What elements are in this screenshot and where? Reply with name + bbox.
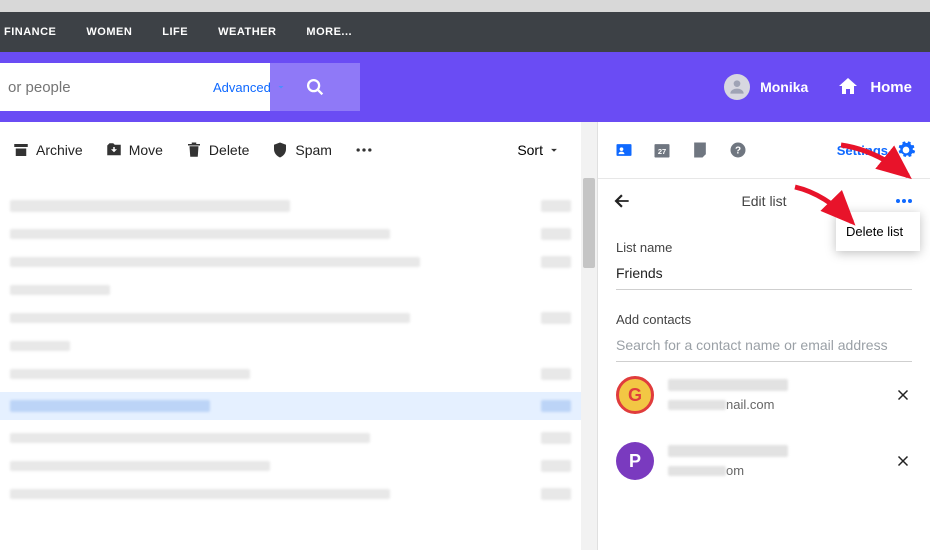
contact-avatar: G: [616, 376, 654, 414]
move-icon: [105, 141, 123, 159]
address-card-icon: [614, 140, 634, 160]
nav-item-more[interactable]: MORE...: [306, 26, 352, 38]
scrollbar-track[interactable]: [581, 122, 597, 550]
mail-row[interactable]: [10, 276, 571, 304]
contact-name-blurred: [668, 445, 788, 457]
contact-avatar: P: [616, 442, 654, 480]
contact-email: nail.com: [668, 397, 894, 412]
inbox-pane: Archive Move Delete Spam S: [0, 122, 598, 550]
mail-row[interactable]: [10, 424, 571, 452]
mail-row[interactable]: [10, 452, 571, 480]
note-icon: [690, 140, 710, 160]
search-button[interactable]: [270, 63, 360, 111]
contacts-side-panel: 27 ? Settings Edit list List name Add co…: [598, 122, 930, 550]
notes-tab[interactable]: [688, 138, 712, 162]
search-input[interactable]: [8, 63, 207, 111]
mail-row[interactable]: [10, 332, 571, 360]
delete-list-menu-item[interactable]: Delete list: [846, 224, 910, 239]
help-tab[interactable]: ?: [726, 138, 750, 162]
avatar: [724, 74, 750, 100]
dots-horizontal-icon: [354, 140, 374, 160]
remove-contact-button[interactable]: [894, 386, 912, 404]
list-options-menu: Delete list: [836, 212, 920, 251]
mail-row-selected[interactable]: [0, 392, 581, 420]
window-top-crop: [0, 0, 930, 12]
settings-link[interactable]: Settings: [837, 143, 888, 158]
delete-button[interactable]: Delete: [185, 141, 249, 159]
help-icon: ?: [728, 140, 748, 160]
mail-list: [0, 178, 581, 508]
contact-email: om: [668, 463, 894, 478]
more-actions-button[interactable]: [354, 140, 380, 160]
gear-icon[interactable]: [896, 140, 916, 160]
archive-icon: [12, 141, 30, 159]
list-name-input[interactable]: [616, 261, 912, 290]
archive-button[interactable]: Archive: [12, 141, 83, 159]
mail-row[interactable]: [10, 480, 571, 508]
chevron-down-icon: [547, 143, 561, 157]
person-icon: [727, 77, 747, 97]
mail-row[interactable]: [10, 220, 571, 248]
calendar-icon: 27: [652, 140, 672, 160]
svg-text:?: ?: [735, 145, 741, 156]
home-icon: [836, 75, 860, 99]
global-nav: FINANCE WOMEN LIFE WEATHER MORE...: [0, 12, 930, 52]
add-contacts-input[interactable]: [616, 333, 912, 362]
user-name: Monika: [760, 79, 808, 95]
nav-item-life[interactable]: LIFE: [162, 26, 188, 38]
search-icon: [304, 76, 326, 98]
back-button[interactable]: [612, 191, 632, 211]
contact-row: G nail.com: [598, 362, 930, 428]
remove-contact-button[interactable]: [894, 452, 912, 470]
side-top-toolbar: 27 ? Settings: [598, 122, 930, 178]
contacts-tab[interactable]: [612, 138, 636, 162]
contact-name-blurred: [668, 379, 788, 391]
sort-button[interactable]: Sort: [517, 142, 569, 158]
contact-row: P om: [598, 428, 930, 494]
header-bar: Advanced Monika Home: [0, 52, 930, 122]
mail-row[interactable]: [10, 304, 571, 332]
move-button[interactable]: Move: [105, 141, 163, 159]
nav-item-finance[interactable]: FINANCE: [4, 26, 56, 38]
shield-icon: [271, 141, 289, 159]
search-box: Advanced: [0, 63, 270, 111]
home-link[interactable]: Home: [836, 75, 912, 99]
mail-row[interactable]: [10, 360, 571, 388]
trash-icon: [185, 141, 203, 159]
user-menu[interactable]: Monika: [724, 74, 808, 100]
add-contacts-label: Add contacts: [616, 312, 912, 327]
calendar-tab[interactable]: 27: [650, 138, 674, 162]
spam-button[interactable]: Spam: [271, 141, 332, 159]
panel-title: Edit list: [598, 193, 930, 209]
scrollbar-thumb[interactable]: [583, 178, 595, 268]
mail-row[interactable]: [10, 248, 571, 276]
nav-item-weather[interactable]: WEATHER: [218, 26, 276, 38]
nav-item-women[interactable]: WOMEN: [86, 26, 132, 38]
inbox-toolbar: Archive Move Delete Spam S: [0, 122, 581, 178]
mail-row[interactable]: [10, 192, 571, 220]
svg-text:27: 27: [658, 147, 666, 156]
